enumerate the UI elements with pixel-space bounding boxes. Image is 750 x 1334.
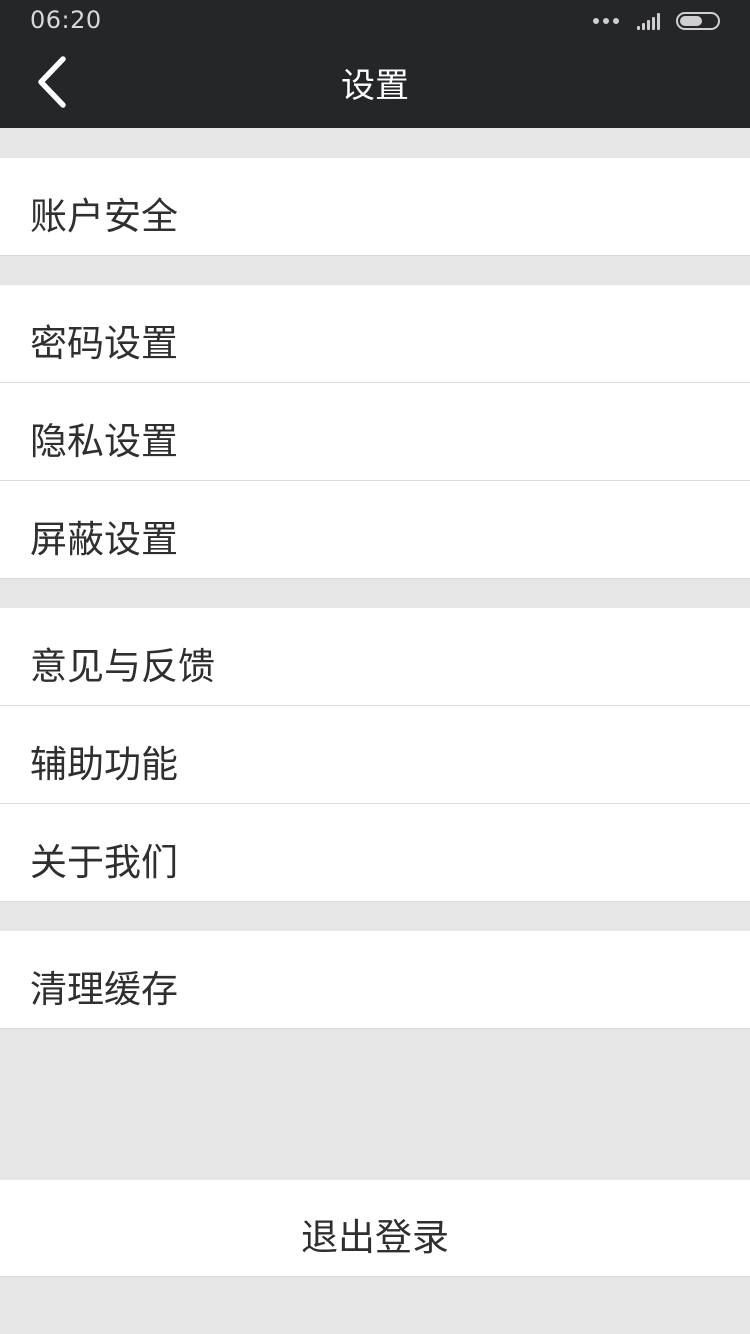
settings-item-clear-cache[interactable]: 清理缓存 <box>0 931 750 1028</box>
settings-item-label: 关于我们 <box>30 841 178 884</box>
status-icons <box>593 9 720 33</box>
page-title: 设置 <box>341 66 409 106</box>
status-time: 06:20 <box>30 6 102 34</box>
app-header: 06:20 设置 <box>0 0 750 128</box>
settings-item-label: 屏蔽设置 <box>30 518 178 561</box>
settings-item-accessibility[interactable]: 辅助功能 <box>0 706 750 804</box>
title-bar: 设置 <box>0 36 750 128</box>
logout-label: 退出登录 <box>301 1216 449 1259</box>
settings-item-feedback[interactable]: 意见与反馈 <box>0 608 750 706</box>
settings-item-privacy[interactable]: 隐私设置 <box>0 383 750 481</box>
settings-screen: 06:20 设置 账户安全 密码设置 隐私设置 屏蔽设置 意见与反馈 辅助功能 … <box>0 0 750 1334</box>
more-dots-icon <box>593 18 623 24</box>
signal-icon <box>637 12 662 30</box>
logout-button[interactable]: 退出登录 <box>0 1180 750 1277</box>
settings-item-label: 账户安全 <box>30 195 178 238</box>
settings-item-label: 清理缓存 <box>30 968 178 1011</box>
settings-item-password[interactable]: 密码设置 <box>0 285 750 383</box>
settings-group-privacy: 密码设置 隐私设置 屏蔽设置 <box>0 285 750 579</box>
battery-fill <box>680 16 702 26</box>
settings-item-label: 密码设置 <box>30 322 178 365</box>
settings-item-label: 隐私设置 <box>30 420 178 463</box>
settings-group-account: 账户安全 <box>0 158 750 256</box>
settings-item-block[interactable]: 屏蔽设置 <box>0 481 750 578</box>
settings-item-label: 意见与反馈 <box>30 645 215 688</box>
settings-item-about-us[interactable]: 关于我们 <box>0 804 750 901</box>
settings-group-support: 意见与反馈 辅助功能 关于我们 <box>0 608 750 902</box>
settings-item-account-security[interactable]: 账户安全 <box>0 158 750 255</box>
settings-group-cache: 清理缓存 <box>0 931 750 1029</box>
battery-icon <box>676 12 720 30</box>
settings-item-label: 辅助功能 <box>30 743 178 786</box>
